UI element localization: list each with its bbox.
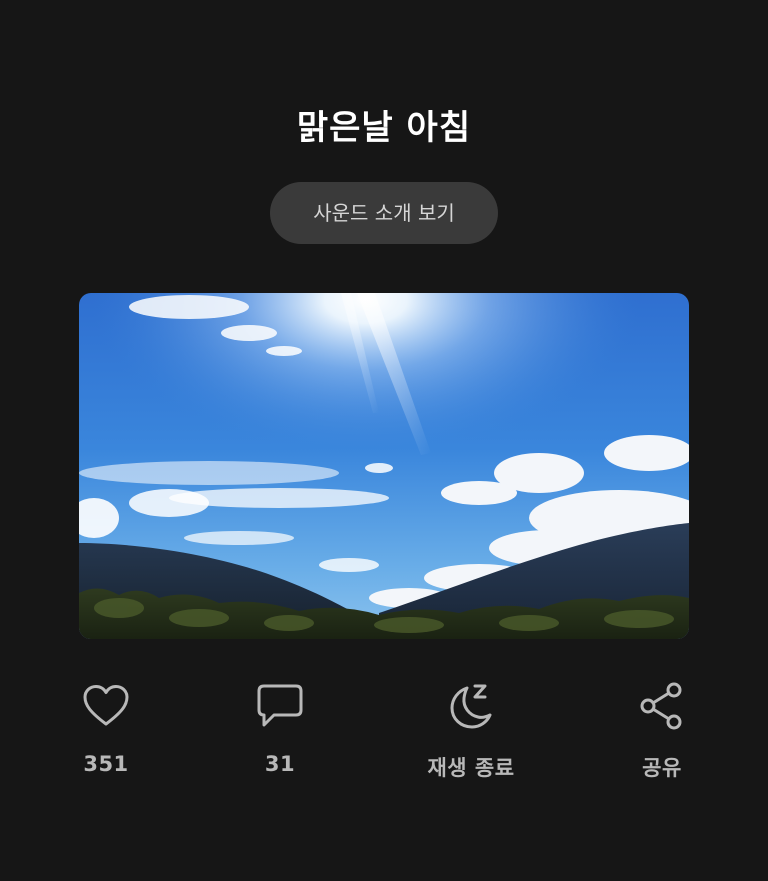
sunny-sky-mountains-image bbox=[79, 293, 689, 639]
comment-button[interactable]: 31 bbox=[210, 680, 350, 776]
share-button[interactable]: 공유 bbox=[592, 680, 732, 782]
like-count: 351 bbox=[83, 752, 129, 776]
sleep-timer-button[interactable]: 재생 종료 bbox=[401, 680, 541, 782]
comment-count: 31 bbox=[264, 752, 296, 776]
moon-sleep-icon bbox=[445, 680, 497, 732]
sound-detail-screen: 맑은날 아침 사운드 소개 보기 351 31 재생 종료 공유 bbox=[0, 0, 768, 881]
comment-icon bbox=[254, 680, 306, 732]
action-bar: 351 31 재생 종료 공유 bbox=[0, 680, 768, 790]
page-title: 맑은날 아침 bbox=[296, 108, 472, 148]
share-label: 공유 bbox=[642, 756, 682, 780]
sleep-timer-label: 재생 종료 bbox=[427, 756, 515, 780]
share-icon bbox=[636, 680, 688, 732]
heart-icon bbox=[80, 680, 132, 732]
sound-intro-button[interactable]: 사운드 소개 보기 bbox=[270, 182, 498, 244]
like-button[interactable]: 351 bbox=[36, 680, 176, 776]
